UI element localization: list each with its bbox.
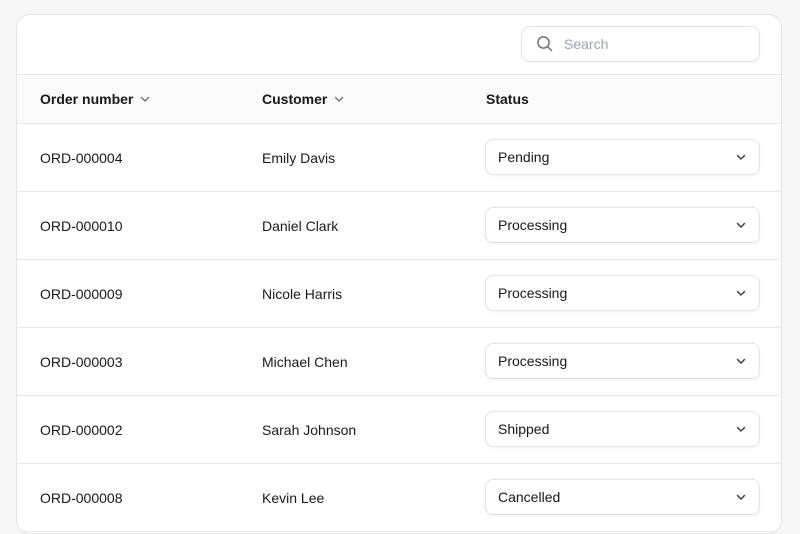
customer-cell: Kevin Lee (262, 489, 325, 506)
table-row: ORD-000002 Sarah Johnson Shipped (17, 396, 781, 464)
status-select-value: Processing (498, 217, 568, 233)
table-row: ORD-000010 Daniel Clark Processing (17, 192, 781, 260)
column-header-order-number[interactable]: Order number (40, 75, 151, 123)
status-select-value: Processing (498, 285, 568, 301)
order-number-cell: ORD-000002 (40, 421, 123, 438)
status-select-value: Processing (498, 353, 568, 369)
table-header: Order number Customer Status (17, 74, 781, 124)
table-row: ORD-000003 Michael Chen Processing (17, 328, 781, 396)
customer-cell: Sarah Johnson (262, 421, 357, 438)
table-row: ORD-000008 Kevin Lee Cancelled (17, 464, 781, 532)
column-header-customer[interactable]: Customer (262, 75, 345, 123)
status-select[interactable]: Processing (485, 343, 760, 379)
orders-card: Order number Customer Status ORD-000004 … (16, 14, 782, 534)
status-select[interactable]: Shipped (485, 411, 760, 447)
customer-cell: Michael Chen (262, 353, 348, 370)
order-number-cell: ORD-000003 (40, 353, 123, 370)
status-select[interactable]: Pending (485, 139, 760, 175)
order-number-cell: ORD-000009 (40, 285, 123, 302)
status-select[interactable]: Cancelled (485, 479, 760, 515)
chevron-down-icon (735, 423, 747, 435)
order-number-cell: ORD-000010 (40, 217, 123, 234)
column-header-label: Customer (262, 91, 328, 107)
column-header-status: Status (486, 75, 529, 123)
status-select[interactable]: Processing (485, 275, 760, 311)
search-icon (536, 35, 554, 53)
order-number-cell: ORD-000008 (40, 489, 123, 506)
chevron-down-icon (333, 93, 345, 105)
customer-cell: Daniel Clark (262, 217, 339, 234)
customer-cell: Emily Davis (262, 149, 336, 166)
customer-cell: Nicole Harris (262, 285, 343, 302)
chevron-down-icon (735, 491, 747, 503)
chevron-down-icon (735, 355, 747, 367)
status-select[interactable]: Processing (485, 207, 760, 243)
table-body: ORD-000004 Emily Davis Pending ORD-00001… (17, 124, 781, 532)
table-row: ORD-000009 Nicole Harris Processing (17, 260, 781, 328)
order-number-cell: ORD-000004 (40, 149, 123, 166)
table-row: ORD-000004 Emily Davis Pending (17, 124, 781, 192)
status-select-value: Cancelled (498, 489, 561, 505)
status-select-value: Pending (498, 149, 550, 165)
column-header-label: Order number (40, 91, 134, 107)
table-toolbar (17, 15, 781, 74)
chevron-down-icon (139, 93, 151, 105)
search-box[interactable] (521, 26, 760, 62)
column-header-label: Status (486, 91, 529, 107)
status-select-value: Shipped (498, 421, 550, 437)
chevron-down-icon (735, 219, 747, 231)
search-input[interactable] (562, 35, 746, 53)
chevron-down-icon (735, 151, 747, 163)
chevron-down-icon (735, 287, 747, 299)
